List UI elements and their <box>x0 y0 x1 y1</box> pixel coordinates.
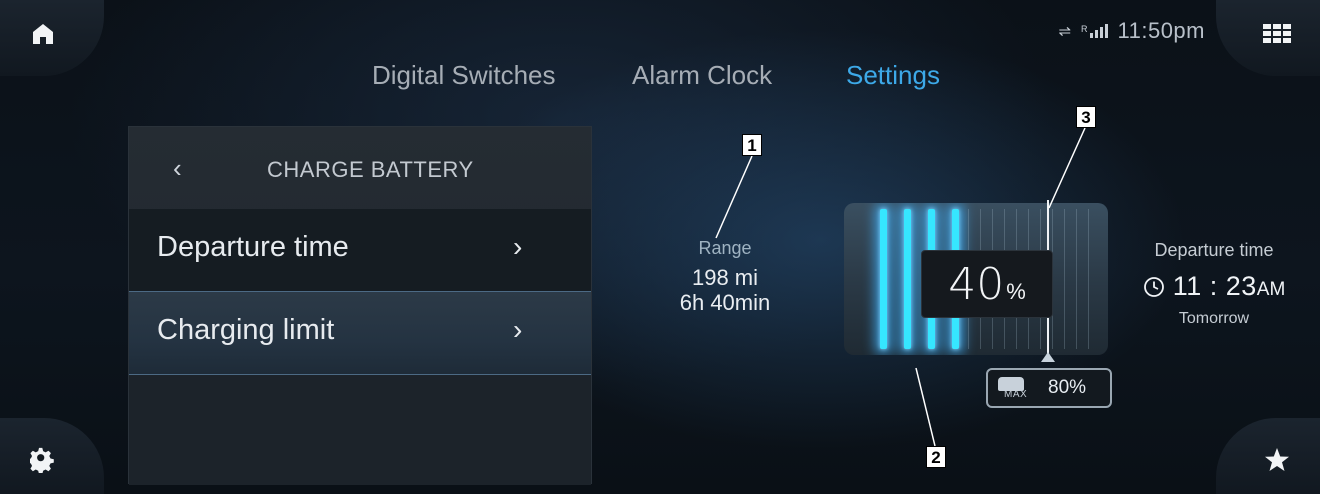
empty-cell-line <box>1064 209 1065 349</box>
chevron-left-icon[interactable]: ‹ <box>173 153 182 184</box>
panel-title: CHARGE BATTERY <box>267 157 474 182</box>
range-label: Range <box>698 238 752 258</box>
menu-item-departure-time[interactable]: Departure time › <box>129 209 591 291</box>
callout-label: 1 <box>742 134 762 156</box>
star-icon <box>1265 448 1289 471</box>
empty-cell-line <box>1088 209 1089 349</box>
clock-icon <box>1143 276 1164 297</box>
signal-bars-icon <box>1089 24 1108 38</box>
departure-day: Tomorrow <box>1178 310 1250 327</box>
range-info: Range 198 mi 6h 40min <box>640 238 810 315</box>
battery-percentage-value: 40 <box>948 259 1005 310</box>
menu-item-charging-limit[interactable]: Charging limit › <box>129 291 591 375</box>
chevron-right-icon: › <box>513 314 523 345</box>
vehicle-display: ⇌ R 11:50pm Digital Switches Alarm Clock… <box>0 0 1320 494</box>
clock: 11:50pm <box>1117 18 1205 43</box>
gear-icon <box>30 447 54 473</box>
range-distance: 198 mi <box>691 265 759 290</box>
charge-stripe <box>880 209 887 349</box>
departure-time-row: 11 : 23AM <box>1124 271 1304 302</box>
chevron-right-icon: › <box>513 231 523 262</box>
settings-button[interactable] <box>0 418 104 494</box>
home-icon <box>33 24 53 44</box>
callout-label: 2 <box>926 446 946 468</box>
charge-battery-panel: ‹ CHARGE BATTERY Departure time › Chargi… <box>128 126 592 485</box>
charge-limit-marker[interactable] <box>1041 352 1055 362</box>
connection-arrows-icon: ⇌ <box>1058 23 1072 40</box>
battery-percentage-unit: % <box>1006 279 1026 304</box>
tab-bar: Digital Switches Alarm Clock Settings <box>0 60 1320 100</box>
callout-label: 3 <box>1076 106 1096 128</box>
battery-percentage-display: 40 % <box>921 250 1053 318</box>
max-charge-badge: MAX 80% <box>986 368 1112 408</box>
departure-label: Departure time <box>1154 240 1274 260</box>
status-bar: ⇌ R 11:50pm <box>1058 18 1205 44</box>
signal-strength-indicator: R <box>1081 24 1108 38</box>
panel-empty-area <box>129 375 591 485</box>
departure-time-value: 11 : 23 <box>1172 271 1257 301</box>
menu-item-label: Departure time <box>157 231 349 263</box>
panel-header: ‹ CHARGE BATTERY <box>129 127 591 209</box>
menu-item-label: Charging limit <box>157 314 335 346</box>
empty-cell-line <box>1076 209 1077 349</box>
tab-settings[interactable]: Settings <box>846 60 940 91</box>
departure-info: Departure time 11 : 23AM Tomorrow <box>1124 240 1304 328</box>
tab-digital-switches[interactable]: Digital Switches <box>372 60 556 91</box>
car-battery-icon: MAX <box>996 375 1040 401</box>
max-label: MAX <box>1004 389 1028 400</box>
charge-stripe <box>904 209 911 349</box>
apps-grid-icon <box>1263 24 1291 43</box>
max-charge-value: 80% <box>1048 377 1087 398</box>
range-charge-time: 6h 40min <box>679 290 771 315</box>
roaming-label: R <box>1081 24 1088 34</box>
favorites-button[interactable] <box>1216 418 1320 494</box>
departure-ampm: AM <box>1256 279 1286 300</box>
tab-alarm-clock[interactable]: Alarm Clock <box>632 60 772 91</box>
